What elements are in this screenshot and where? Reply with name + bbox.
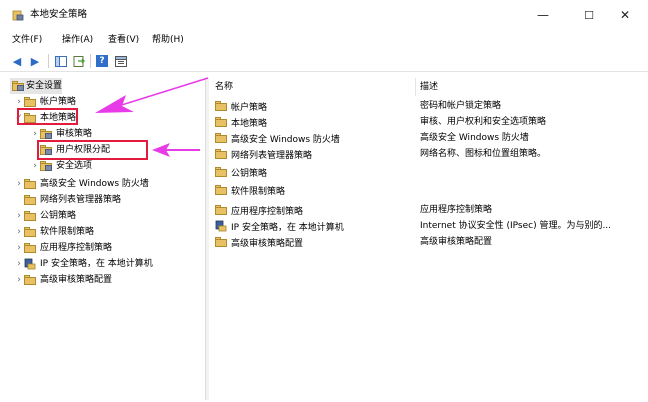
policy-folder-icon [40, 129, 52, 139]
navigation-tree: 安全设置 › 帐户策略 ✓ 本地策略 › 审核策略 用户权限分配 › 安全选项 … [10, 78, 206, 400]
list-item[interactable]: 本地策略 审核、用户权利和安全选项策略 [211, 114, 648, 130]
chevron-right-icon[interactable]: › [14, 208, 24, 224]
annotation-box-user-rights [37, 140, 148, 160]
list-item-name: IP 安全策略，在 本地计算机 [231, 222, 344, 233]
security-settings-icon [12, 81, 24, 91]
folder-icon [215, 205, 227, 215]
list-item-description: 高级审核策略配置 [420, 237, 493, 247]
folder-icon [24, 243, 36, 253]
menu-action[interactable]: 操作(A) [62, 34, 93, 46]
tree-node-advanced-audit[interactable]: › 高级审核策略配置 [14, 272, 112, 288]
minimize-button[interactable]: — [520, 0, 566, 30]
tree-label: 公钥策略 [40, 211, 77, 221]
chevron-right-icon[interactable]: › [14, 176, 24, 192]
folder-icon [24, 195, 36, 205]
menu-file[interactable]: 文件(F) [12, 34, 42, 46]
list-item[interactable]: IP 安全策略，在 本地计算机 Internet 协议安全性 (IPsec) 管… [211, 218, 648, 234]
list-item[interactable]: 公钥策略 [211, 164, 648, 180]
chevron-right-icon[interactable]: › [30, 158, 40, 174]
list-item-description: 网络名称、图标和位置组策略。 [420, 149, 547, 159]
folder-icon [215, 149, 227, 159]
list-item-description: 审核、用户权利和安全选项策略 [420, 117, 547, 127]
policy-folder-icon [40, 161, 52, 171]
toolbar-separator [48, 54, 49, 68]
details-list: 名称 描述 帐户策略 密码和帐户锁定策略 本地策略 审核、用户权利和安全选项策略… [211, 78, 648, 400]
tree-label: 高级审核策略配置 [40, 275, 113, 285]
tree-label: IP 安全策略，在 本地计算机 [40, 259, 153, 269]
tree-node-app-control[interactable]: › 应用程序控制策略 [14, 240, 112, 256]
folder-icon [215, 117, 227, 127]
list-item-name: 高级安全 Windows 防火墙 [231, 134, 340, 145]
list-item-description: 应用程序控制策略 [420, 205, 493, 215]
tree-label: 应用程序控制策略 [40, 243, 113, 253]
close-button[interactable]: ✕ [602, 0, 648, 30]
tree-label: 安全选项 [56, 161, 93, 171]
list-item-name: 软件限制策略 [231, 186, 286, 197]
tree-label: 软件限制策略 [40, 227, 95, 237]
list-item[interactable]: 高级审核策略配置 高级审核策略配置 [211, 234, 648, 250]
tree-node-security-settings[interactable]: 安全设置 [10, 78, 62, 94]
chevron-right-icon[interactable]: › [14, 240, 24, 256]
show-tree-icon[interactable] [54, 54, 68, 68]
help-icon[interactable]: ? [96, 55, 108, 67]
menu-help[interactable]: 帮助(H) [152, 34, 184, 46]
tree-node-network-list[interactable]: 网络列表管理器策略 [24, 192, 121, 208]
title-bar: 本地安全策略 — ☐ ✕ [0, 0, 648, 30]
folder-icon [24, 97, 36, 107]
list-item-name: 高级审核策略配置 [231, 238, 304, 249]
chevron-right-icon[interactable]: › [14, 256, 24, 272]
list-item[interactable]: 网络列表管理器策略 网络名称、图标和位置组策略。 [211, 146, 648, 162]
folder-icon [24, 211, 36, 221]
folder-icon [215, 167, 227, 177]
folder-icon [24, 227, 36, 237]
tree-node-public-key[interactable]: › 公钥策略 [14, 208, 76, 224]
ip-security-icon [24, 258, 36, 270]
tree-label: 网络列表管理器策略 [40, 195, 122, 205]
back-arrow-icon[interactable]: ◀ [10, 54, 24, 68]
tree-node-security-options[interactable]: › 安全选项 [30, 158, 92, 174]
list-item-description: 高级安全 Windows 防火墙 [420, 133, 529, 143]
folder-icon [215, 133, 227, 143]
folder-icon [215, 237, 227, 247]
tree-node-ip-security[interactable]: › IP 安全策略，在 本地计算机 [14, 256, 153, 272]
list-item-description: 密码和帐户锁定策略 [420, 101, 502, 111]
column-header-name[interactable]: 名称 [211, 78, 416, 96]
list-item[interactable]: 高级安全 Windows 防火墙 高级安全 Windows 防火墙 [211, 130, 648, 146]
list-item-name: 应用程序控制策略 [231, 206, 304, 217]
list-item-name: 网络列表管理器策略 [231, 150, 313, 161]
folder-icon [215, 101, 227, 111]
chevron-right-icon[interactable]: › [14, 224, 24, 240]
tree-node-software-restriction[interactable]: › 软件限制策略 [14, 224, 94, 240]
security-policy-app-icon [12, 10, 24, 21]
list-item-description [420, 164, 648, 180]
toolbar: ◀ ▶ ? [0, 50, 648, 72]
tree-node-firewall[interactable]: › 高级安全 Windows 防火墙 [14, 176, 149, 192]
list-item-name: 公钥策略 [231, 168, 268, 179]
list-item-description: Internet 协议安全性 (IPsec) 管理。为与别的... [420, 221, 612, 231]
list-item-name: 帐户策略 [231, 102, 268, 113]
folder-icon [215, 185, 227, 195]
toolbar-separator [90, 54, 91, 68]
tree-label: 高级安全 Windows 防火墙 [40, 179, 149, 189]
list-item-name: 本地策略 [231, 118, 268, 129]
export-list-icon[interactable] [72, 54, 86, 68]
annotation-box-local-policies [17, 108, 78, 125]
tree-label: 安全设置 [25, 81, 62, 91]
forward-arrow-icon[interactable]: ▶ [28, 54, 42, 68]
list-item[interactable]: 应用程序控制策略 应用程序控制策略 [211, 202, 648, 218]
folder-icon [24, 275, 36, 285]
folder-icon [24, 179, 36, 189]
list-item[interactable]: 软件限制策略 [211, 182, 648, 198]
list-item[interactable]: 帐户策略 密码和帐户锁定策略 [211, 98, 648, 114]
chevron-right-icon[interactable]: › [14, 272, 24, 288]
menu-bar: 文件(F) 操作(A) 查看(V) 帮助(H) [0, 32, 648, 48]
ip-security-icon [215, 220, 227, 232]
column-header-description[interactable]: 描述 [416, 78, 648, 96]
window-title: 本地安全策略 [30, 9, 88, 20]
menu-view[interactable]: 查看(V) [108, 34, 139, 46]
pane-splitter[interactable] [206, 78, 209, 400]
list-item-description [420, 182, 648, 198]
properties-icon[interactable] [114, 54, 128, 68]
